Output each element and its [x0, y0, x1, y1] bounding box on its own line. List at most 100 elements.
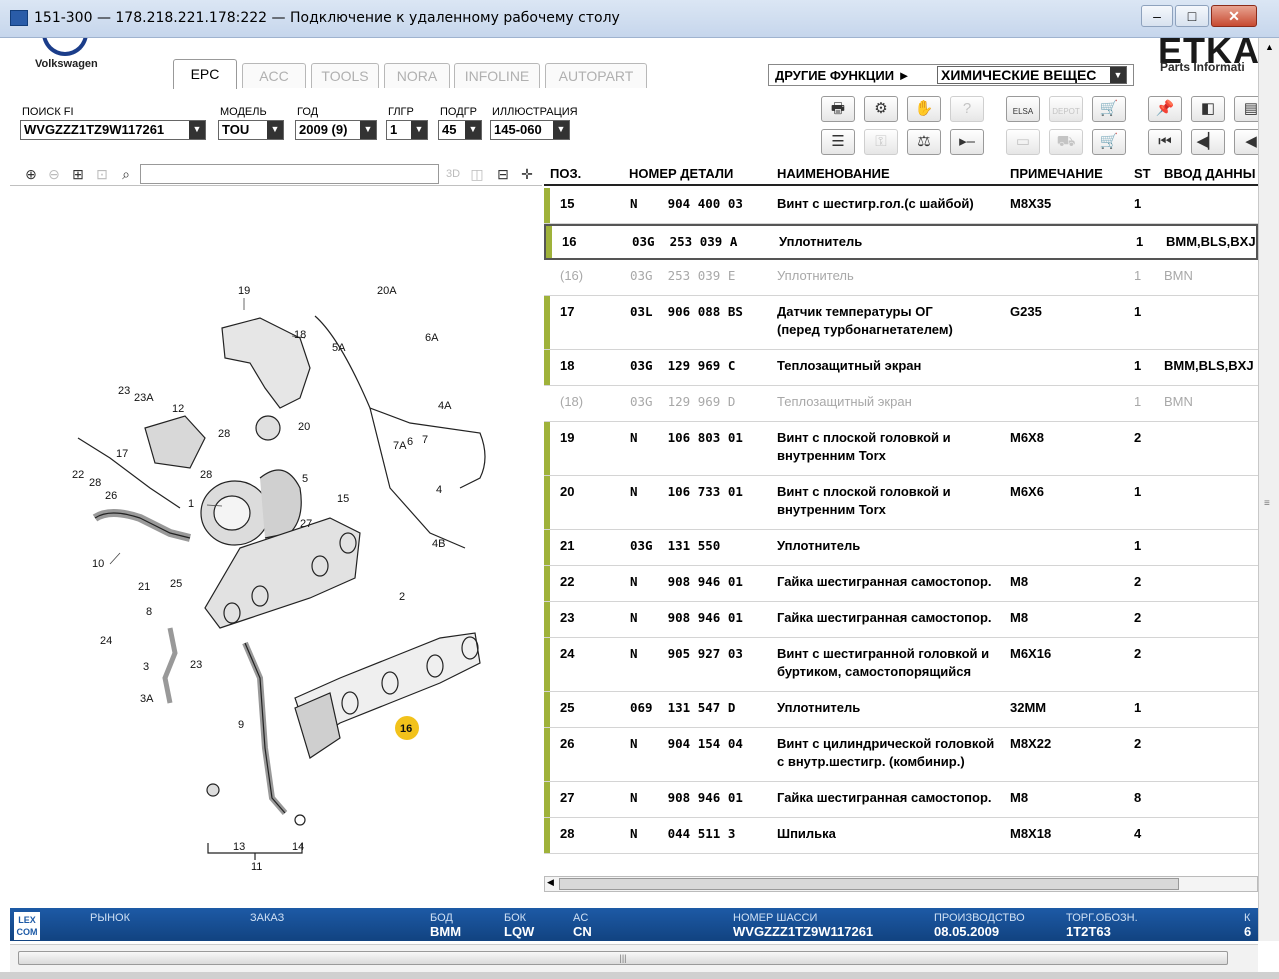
col-part-header[interactable]: НОМЕР ДЕТАЛИ	[629, 166, 733, 181]
window-horizontal-scrollbar[interactable]: |||	[10, 944, 1258, 972]
illustration-toolbar: ⊕ ⊖ ⊞ ⊡ ⌕ 3D ◫ ⊟ ✛	[10, 162, 542, 186]
first-page-icon[interactable]: ⏮	[1148, 129, 1182, 155]
table-row[interactable]: 26 N 904 154 04 Винт с цилиндрической голо…	[544, 728, 1258, 782]
table-row[interactable]: 22 N 908 946 01 Гайка шестигранная самосто…	[544, 566, 1258, 602]
page-icon[interactable]: ▤	[1234, 96, 1258, 122]
table-row[interactable]: 19 N 106 803 01 Винт с плоской головкой и M…	[544, 422, 1258, 476]
maximize-button[interactable]: □	[1175, 5, 1209, 27]
3d-icon[interactable]: 3D	[442, 164, 464, 184]
col-pos-header[interactable]: ПОЗ.	[550, 166, 581, 181]
zoom-fit-icon[interactable]: ⊡	[91, 164, 113, 184]
col-input-header[interactable]: ВВОД ДАННЫ	[1164, 166, 1255, 181]
table-row[interactable]: (16) 03G 253 039 E Уплотнитель 1 BMN	[544, 260, 1258, 296]
table-horizontal-scrollbar[interactable]: ◀	[544, 876, 1258, 892]
zoom-in-icon[interactable]: ⊕	[20, 164, 42, 184]
cart-icon[interactable]: 🛒	[1092, 129, 1126, 155]
chevron-down-icon[interactable]: ▼	[411, 121, 427, 139]
scroll-up-icon[interactable]: ▲	[1265, 42, 1274, 52]
key-icon[interactable]: ⚿	[864, 129, 898, 155]
other-functions-select[interactable]: ХИМИЧЕСКИЕ ВЕЩЕС ▼	[937, 66, 1127, 84]
chevron-down-icon[interactable]: ▼	[189, 121, 205, 139]
table-row[interactable]: 16 03G 253 039 A Уплотнитель 1 BMM,BLS,BXJ	[544, 224, 1258, 260]
search-icon[interactable]: ⌕	[115, 164, 137, 184]
row-marker	[544, 422, 550, 475]
table-row[interactable]: 27 N 908 946 01 Гайка шестигранная самосто…	[544, 782, 1258, 818]
tab-nora[interactable]: NORA	[384, 63, 450, 88]
table-row[interactable]: 23 N 908 946 01 Гайка шестигранная самосто…	[544, 602, 1258, 638]
other-functions[interactable]: ДРУГИЕ ФУНКЦИИ ► ХИМИЧЕСКИЕ ВЕЩЕС ▼	[768, 64, 1134, 86]
zoom-area-icon[interactable]: ⊞	[67, 164, 89, 184]
close-button[interactable]: ✕	[1211, 5, 1257, 27]
scroll-grip-icon[interactable]: ≡	[1264, 498, 1270, 509]
glgr-select[interactable]: 1 ▼	[386, 120, 428, 140]
model-select[interactable]: TOU ▼	[218, 120, 284, 140]
layout-icon[interactable]: ⊟	[492, 164, 514, 184]
service-icon[interactable]: ⚙	[864, 96, 898, 122]
chevron-down-icon[interactable]: ▼	[360, 121, 376, 139]
cart-add-icon[interactable]: 🛒	[1092, 96, 1126, 122]
ac-value: CN	[573, 924, 592, 939]
svg-text:1: 1	[188, 498, 194, 510]
cell-part-number: N 908 946 01	[630, 610, 743, 625]
chevron-down-icon[interactable]: ▼	[267, 121, 283, 139]
col-st-header[interactable]: ST	[1134, 166, 1151, 181]
elsa-button[interactable]: ELSA	[1006, 96, 1040, 122]
illustration-select[interactable]: 145-060 ▼	[490, 120, 570, 140]
tab-tools[interactable]: TOOLS	[311, 63, 379, 88]
resize-icon[interactable]: ✛	[516, 164, 538, 184]
previous-icon[interactable]: ◀	[1234, 129, 1258, 155]
svg-text:23: 23	[190, 659, 202, 671]
cell-name: Уплотнитель	[777, 700, 861, 715]
illustration-search-input[interactable]	[140, 164, 439, 184]
chevron-down-icon[interactable]: ▼	[553, 121, 569, 139]
car-icon[interactable]: ⛟	[1049, 129, 1083, 155]
col-note-header[interactable]: ПРИМЕЧАНИЕ	[1010, 166, 1103, 181]
other-functions-label[interactable]: ДРУГИЕ ФУНКЦИИ ►	[775, 68, 911, 83]
page-back-icon[interactable]: ◧	[1191, 96, 1225, 122]
table-row[interactable]: 24 N 905 927 03 Винт с шестигранной головк…	[544, 638, 1258, 692]
tab-infoline[interactable]: INFOLINE	[454, 63, 540, 88]
col-name-header[interactable]: НАИМЕНОВАНИЕ	[777, 166, 890, 181]
print-icon[interactable]: 🖶	[821, 96, 855, 122]
play-minus-icon[interactable]: ▸–	[950, 129, 984, 155]
tab-epc[interactable]: EPC	[173, 59, 237, 89]
tab-acc[interactable]: ACC	[242, 63, 306, 88]
search-fi-field[interactable]: WVGZZZ1TZ9W117261 ▼	[20, 120, 206, 140]
table-row[interactable]: (18) 03G 129 969 D Теплозащитный экран 1 BMN	[544, 386, 1258, 422]
chevron-down-icon[interactable]: ▼	[1110, 67, 1126, 83]
previous-page-icon[interactable]: ◀▏	[1191, 129, 1225, 155]
depot-button[interactable]: DEPOT	[1049, 96, 1083, 122]
table-row[interactable]: 21 03G 131 550 Уплотнитель 1	[544, 530, 1258, 566]
window-scrollbar-thumb[interactable]: |||	[18, 951, 1228, 965]
table-row[interactable]: 28 N 044 511 3 Шпилька M8X18 4	[544, 818, 1258, 854]
scrollbar-thumb[interactable]	[559, 878, 1179, 890]
scale-icon[interactable]: ⚖	[907, 129, 941, 155]
cell-part-number: 03G 129 969 C	[630, 358, 736, 373]
scroll-left-icon[interactable]: ◀	[547, 877, 554, 888]
table-row[interactable]: 18 03G 129 969 C Теплозащитный экран 1 BMM,B…	[544, 350, 1258, 386]
table-row[interactable]: 20 N 106 733 01 Винт с плоской головкой и M…	[544, 476, 1258, 530]
table-row[interactable]: 17 03L 906 088 BS Датчик температуры ОГ G23…	[544, 296, 1258, 350]
minimize-button[interactable]: ‒	[1141, 5, 1173, 27]
taskbar-strip	[0, 972, 1279, 979]
pin-icon[interactable]: 📌	[1148, 96, 1182, 122]
cell-pos: 22	[560, 574, 575, 589]
parts-illustration[interactable]: 19 18 20A 6A 5A 23 23A 12 28 20 4A 7A 6 …	[10, 188, 542, 908]
window-titlebar[interactable]: 151-300 — 178.218.221.178:222 — Подключе…	[0, 0, 1279, 38]
cell-part-number: 069 131 547 D	[630, 700, 736, 715]
help-icon[interactable]: ?	[950, 96, 984, 122]
table-row[interactable]: 25 069 131 547 D Уплотнитель 32MM 1	[544, 692, 1258, 728]
tab-autopart[interactable]: AUTOPART	[545, 63, 647, 88]
vertical-scrollbar[interactable]: ▲ ≡	[1258, 38, 1279, 941]
cell-st: 1	[1134, 196, 1142, 211]
handshake-icon[interactable]: ✋	[907, 96, 941, 122]
zoom-out-icon[interactable]: ⊖	[43, 164, 65, 184]
svg-text:16: 16	[400, 723, 412, 735]
split-view-icon[interactable]: ◫	[466, 164, 488, 184]
podgr-select[interactable]: 45 ▼	[438, 120, 482, 140]
chevron-down-icon[interactable]: ▼	[465, 121, 481, 139]
list-icon[interactable]: ☰	[821, 129, 855, 155]
year-select[interactable]: 2009 (9) ▼	[295, 120, 377, 140]
table-row[interactable]: 15 N 904 400 03 Винт с шестигр.гол.(с шайб…	[544, 188, 1258, 224]
compare-icon[interactable]: ▭	[1006, 129, 1040, 155]
